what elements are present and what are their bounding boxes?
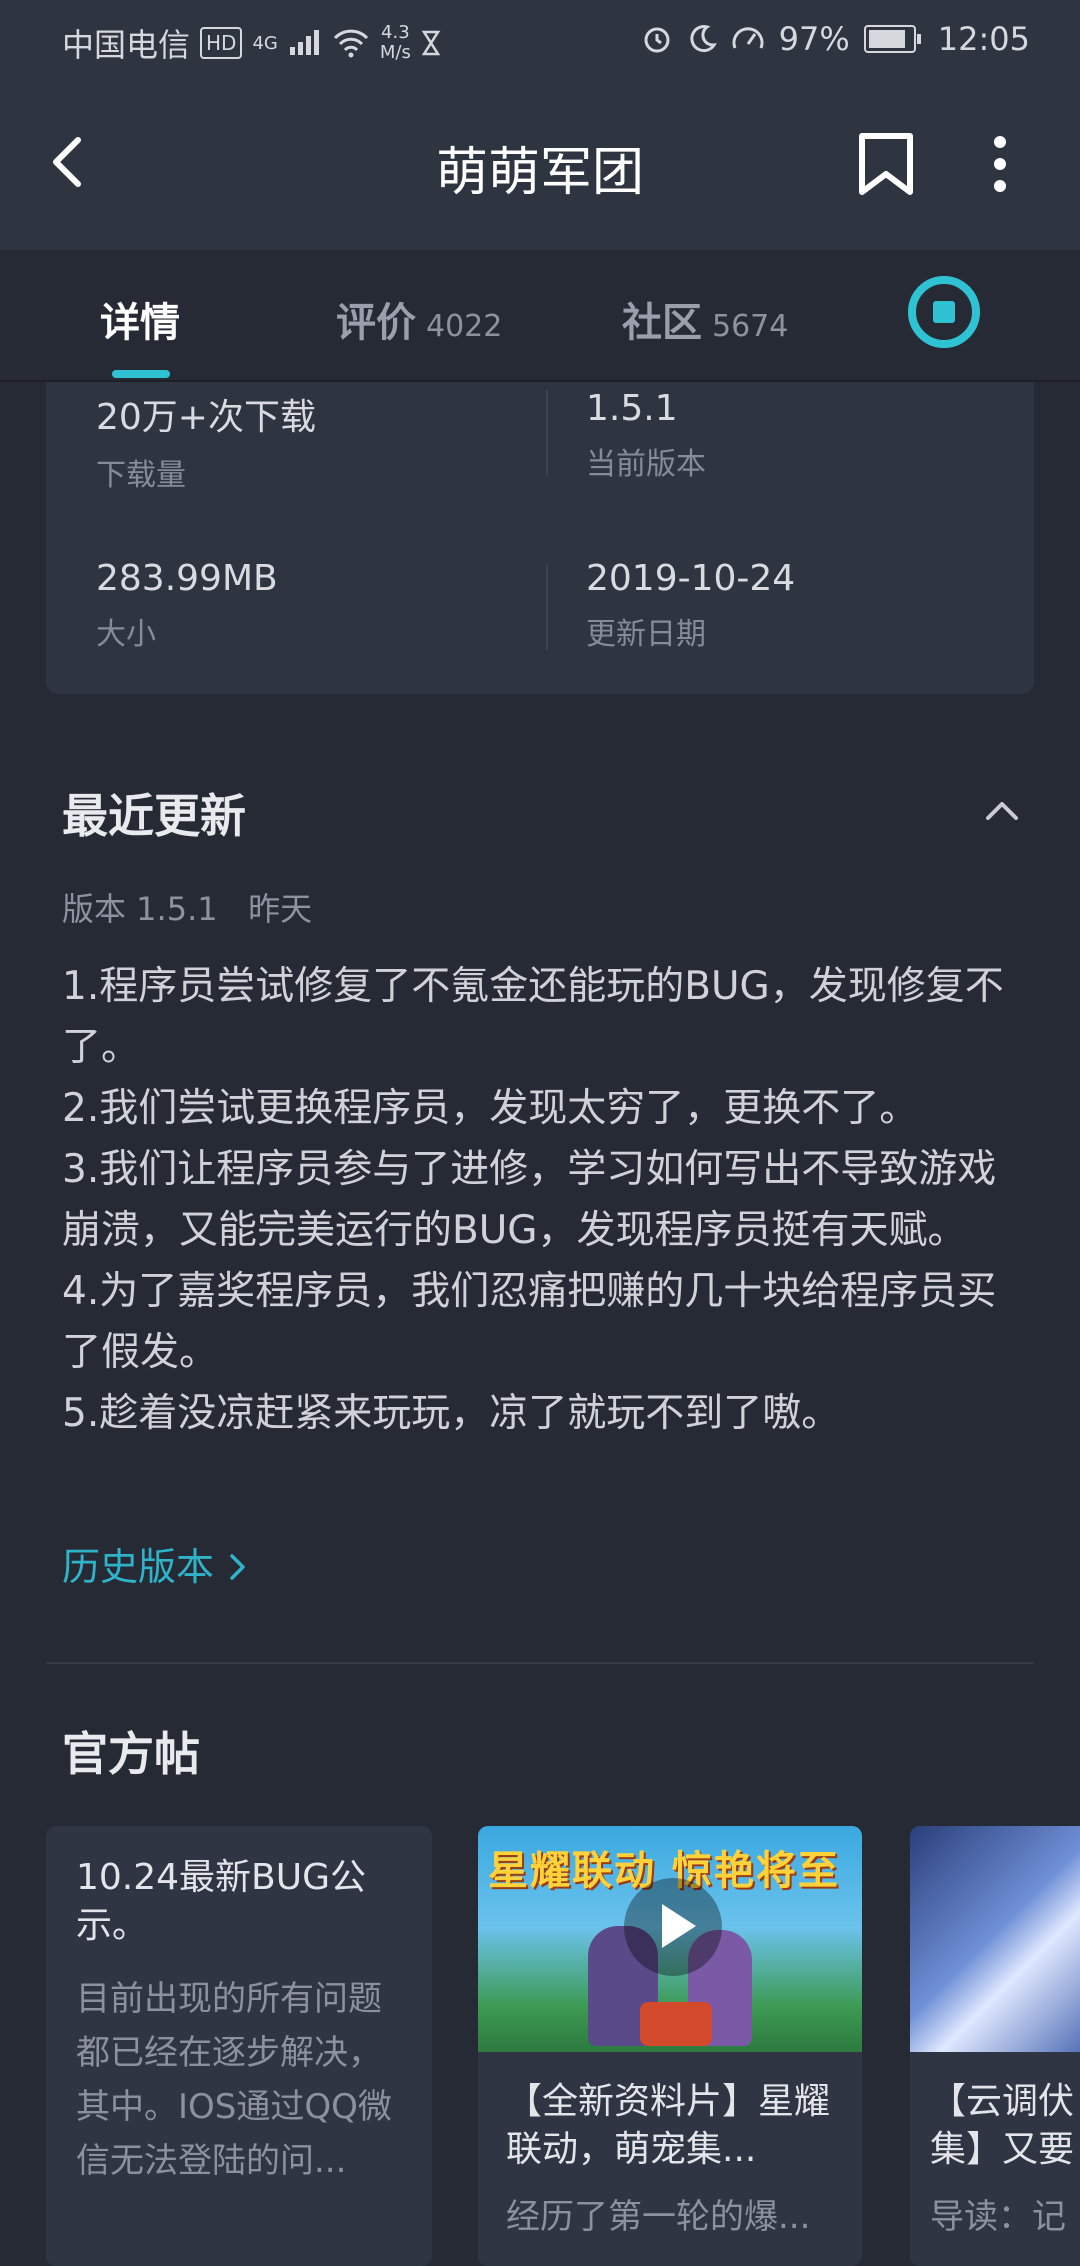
app-bar: 萌萌军团 <box>0 82 1080 250</box>
clock: 12:05 <box>937 20 1030 58</box>
post-thumbnail: 星耀联动 惊艳将至 <box>478 1826 862 2052</box>
downloads-value: 20万+次下载 <box>96 397 316 438</box>
version-label: 当前版本 <box>586 447 706 482</box>
tab-details[interactable]: 详情 <box>100 290 180 348</box>
date-label: 更新日期 <box>586 617 706 652</box>
size-label: 大小 <box>96 617 156 652</box>
chevron-right-icon <box>230 1554 245 1580</box>
downloads-label: 下载量 <box>96 458 186 493</box>
speed-unit: M/s <box>379 42 411 63</box>
post-description: 经历了第一轮的爆... <box>506 2197 811 2237</box>
more-options-icon[interactable] <box>980 132 1020 196</box>
post-title: 10.24最新BUG公示。 <box>76 1857 367 1946</box>
post-description: 目前出现的所有问题都已经在逐步解决，其中。IOS通过QQ微信无法登陆的问... <box>76 1979 392 2181</box>
post-description: 导读：记 <box>930 2197 1066 2237</box>
wifi-icon <box>333 29 368 58</box>
tab-reviews-label: 评价 <box>336 300 416 346</box>
tab-details-label: 详情 <box>100 300 180 346</box>
post-thumbnail <box>910 1826 1080 2052</box>
official-posts-title: 官方帖 <box>62 1727 200 1781</box>
game-logo <box>640 2002 712 2046</box>
alarm-icon <box>644 27 670 53</box>
signal-icon <box>289 30 319 55</box>
downloads-cell: 20万+次下载 下载量 <box>96 388 316 494</box>
bookmark-icon[interactable] <box>856 132 916 196</box>
update-notes: 1.程序员尝试修复了不氪金还能玩的BUG，发现修复不了。 2.我们尝试更换程序员… <box>62 964 1004 1436</box>
battery-percent: 97% <box>778 20 850 58</box>
chevron-up-icon[interactable] <box>982 790 1022 830</box>
info-divider <box>546 564 548 650</box>
post-card[interactable]: 【云调伏集】又要 导读：记 <box>910 1826 1080 2266</box>
hourglass-icon <box>421 30 441 56</box>
hd-badge: HD <box>200 27 243 59</box>
carrier-label: 中国电信 <box>62 26 191 64</box>
version-cell: 1.5.1 当前版本 <box>586 388 706 483</box>
post-title: 【云调伏集】又要 <box>930 2081 1075 2170</box>
status-right: 97% 12:05 <box>641 20 1030 58</box>
page-title: 萌萌军团 <box>435 143 644 203</box>
network-speed: 4.3 M/s <box>380 23 411 63</box>
network-type: 4G <box>252 32 278 54</box>
tab-reviews[interactable]: 评价 4022 <box>336 290 502 348</box>
moon-icon <box>690 25 717 53</box>
battery-icon <box>863 25 921 53</box>
post-title: 【全新资料片】星耀联动，萌宠集... <box>506 2081 831 2170</box>
status-left: 中国电信 HD 4G 4.3 M/s <box>62 20 441 66</box>
tab-reviews-count: 4022 <box>426 309 503 344</box>
post-card[interactable]: 10.24最新BUG公示。 目前出现的所有问题都已经在逐步解决，其中。IOS通过… <box>46 1826 432 2266</box>
history-versions-link[interactable]: 历史版本 <box>62 1536 250 1591</box>
size-value: 283.99MB <box>96 558 278 599</box>
active-tab-indicator <box>112 370 170 378</box>
date-value: 2019-10-24 <box>586 558 796 599</box>
speed-value: 4.3 <box>381 22 410 43</box>
app-info-card: 20万+次下载 下载量 1.5.1 当前版本 283.99MB 大小 2019-… <box>46 382 1034 694</box>
section-divider <box>46 1662 1034 1664</box>
version-meta: 版本 1.5.1 昨天 <box>62 890 313 928</box>
size-cell: 283.99MB 大小 <box>96 558 278 653</box>
recent-updates-title: 最近更新 <box>62 789 246 843</box>
post-card[interactable]: 星耀联动 惊艳将至 【全新资料片】星耀联动，萌宠集... 经历了第一轮的爆... <box>478 1826 862 2266</box>
tab-community-count: 5674 <box>712 309 789 344</box>
version-value: 1.5.1 <box>586 388 678 429</box>
date-cell: 2019-10-24 更新日期 <box>586 558 795 653</box>
tab-community[interactable]: 社区 5674 <box>622 290 788 348</box>
play-icon[interactable] <box>624 1878 722 1976</box>
history-versions-label: 历史版本 <box>62 1545 215 1589</box>
speedometer-icon <box>732 27 764 49</box>
info-divider <box>546 390 548 476</box>
tab-community-label: 社区 <box>622 300 702 346</box>
download-status-icon[interactable] <box>904 272 984 352</box>
status-bar: 中国电信 HD 4G 4.3 M/s 97% 12:05 <box>0 0 1080 82</box>
